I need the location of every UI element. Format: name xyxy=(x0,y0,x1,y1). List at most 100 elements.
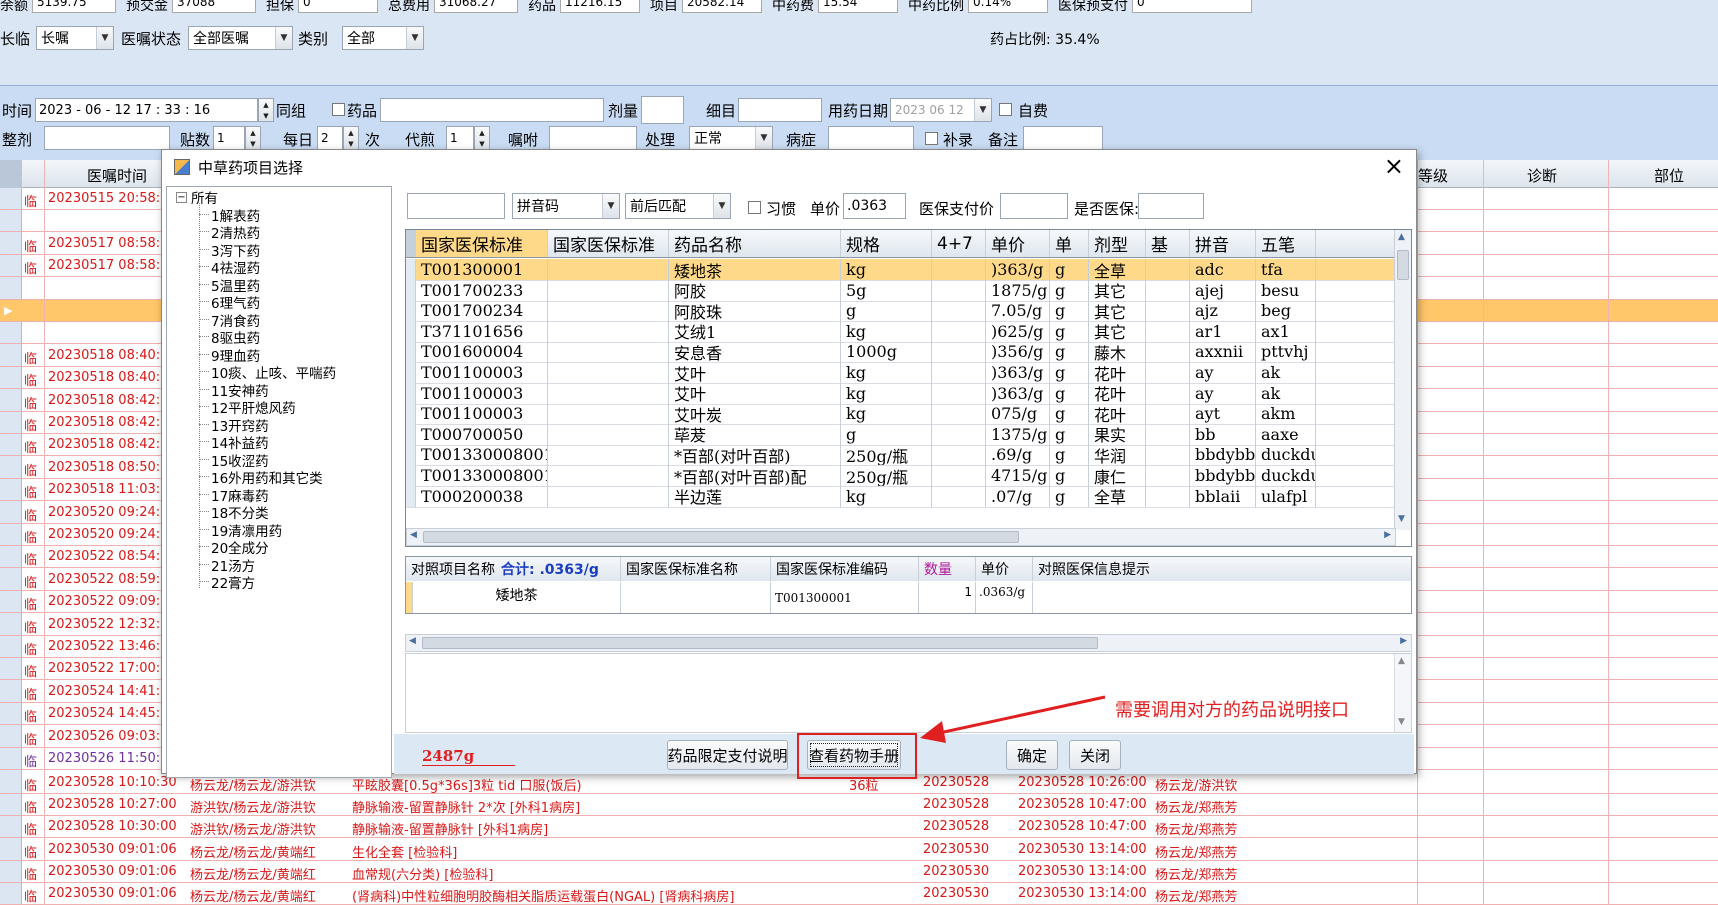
drug-col-header[interactable]: 4+7 xyxy=(932,230,986,257)
col-diagnosis[interactable]: 诊断 xyxy=(1527,165,1557,186)
drug-row[interactable]: T001100003 艾叶 kg)363/g g 花叶 ay ak xyxy=(406,362,1411,384)
drug-col-header[interactable]: 药品名称 xyxy=(669,230,841,257)
is-insured-input[interactable] xyxy=(1138,193,1204,219)
drug-checkbox[interactable] xyxy=(332,103,345,116)
insurance-pay-input[interactable] xyxy=(1000,193,1068,219)
order-row[interactable]: 临 20230530 09:01:06 杨云龙/杨云龙/黄端红 (肾病科)中性粒细胞明… xyxy=(0,883,1718,905)
drug-row[interactable]: T000200038 半边莲 kg .07/g g 全草 bblaii ulafpl xyxy=(406,485,1411,508)
drug-col-header[interactable]: 剂型 xyxy=(1089,230,1146,257)
drug-cell xyxy=(548,320,669,342)
order-time: 20230518 08:42: xyxy=(48,415,161,430)
supplement-checkbox[interactable] xyxy=(925,132,938,145)
packs-spinner[interactable]: ▲ ▼ xyxy=(245,126,261,150)
chevron-down-icon: ▼ xyxy=(974,99,991,121)
longtemp-select[interactable]: 长嘱 ▼ xyxy=(36,26,114,50)
drug-cell: T000700050 xyxy=(416,423,548,445)
drug-input[interactable] xyxy=(380,98,604,122)
drug-col-header[interactable]: 基 xyxy=(1146,230,1190,257)
drug-cell: adc xyxy=(1190,259,1256,280)
drug-cell: T0013300080010 xyxy=(416,465,548,486)
search-mode-select[interactable]: 拼音码 ▼ xyxy=(512,193,620,219)
category-select[interactable]: 全部 ▼ xyxy=(342,26,424,50)
drug-col-header[interactable]: 国家医保标准 xyxy=(548,230,669,257)
order-time: 20230524 14:45: xyxy=(48,706,161,722)
collapse-icon[interactable]: − xyxy=(176,192,187,203)
daily-input[interactable]: 2 xyxy=(317,126,343,150)
decoct-spinner[interactable]: ▲ ▼ xyxy=(474,126,490,150)
order-row[interactable]: 临 20230530 09:01:06 杨云龙/杨云龙/黄端红 血常规(六分类) [检… xyxy=(0,861,1718,883)
drug-row[interactable]: T001600004 安息香 1000g)356/g g 藤木 axxnii pttvhj xyxy=(406,341,1411,364)
drug-col-header[interactable]: 单 xyxy=(1050,230,1089,257)
drug-col-header[interactable]: 规格 xyxy=(841,230,932,257)
sub-horizontal-scrollbar[interactable]: ◀ ▶ xyxy=(405,634,1412,652)
drug-col-header[interactable]: 单价 xyxy=(986,230,1050,257)
drug-cell: kg xyxy=(841,259,932,280)
sub-row-name[interactable]: 矮地茶 xyxy=(413,582,621,613)
drug-cell xyxy=(548,382,669,404)
packs-input[interactable]: 1 xyxy=(213,126,245,150)
vertical-scrollbar[interactable]: ▲ ▼ xyxy=(1394,230,1411,530)
drug-row[interactable]: T000700050 荜茇 g 1375/g g 果实 bb aaxe xyxy=(406,423,1411,446)
drug-cell: kg xyxy=(841,485,932,507)
sub-row-hint[interactable] xyxy=(1033,582,1411,613)
row-header xyxy=(406,320,416,342)
match-mode-select[interactable]: 前后匹配 ▼ xyxy=(625,193,731,219)
drug-cell: bbdybb xyxy=(1190,444,1256,466)
date-picker[interactable]: 2023 06 12 ▼ xyxy=(890,98,992,122)
drug-cell: g xyxy=(1050,341,1089,363)
selfpay-checkbox[interactable] xyxy=(999,103,1012,116)
habit-label: 习惯 xyxy=(766,200,797,218)
search-input[interactable] xyxy=(407,193,505,219)
tree-connector xyxy=(199,388,209,390)
drug-row[interactable]: T001700233 阿胶 5g 1875/g g 其它 ajej besu xyxy=(406,279,1411,302)
drug-cell: bbdybb xyxy=(1190,465,1256,486)
price-input[interactable]: .0363 xyxy=(843,193,906,219)
drug-cell: 其它 xyxy=(1089,279,1146,301)
drug-col-header[interactable]: 国家医保标准 xyxy=(416,230,548,257)
col-order-time[interactable]: 医嘱时间 xyxy=(87,165,147,186)
drug-row[interactable]: T371101656 艾绒1 kg)625/g g 其它 ar1 ax1 xyxy=(406,320,1411,343)
longtemp-label: 长临 xyxy=(0,30,31,48)
drug-row[interactable]: T001700234 阿胶珠 g 7.05/g g 其它 ajz beg xyxy=(406,300,1411,323)
order-row[interactable]: 临 20230530 09:01:06 杨云龙/杨云龙/黄端红 生化全套 [检验科] 2… xyxy=(0,839,1718,861)
col-part[interactable]: 部位 xyxy=(1654,165,1684,186)
drug-cell: g xyxy=(1050,300,1089,322)
drug-row[interactable]: T001100003 艾叶 kg)363/g g 花叶 ay ak xyxy=(406,382,1411,405)
order-doctor: 杨云龙/杨云龙/黄端红 xyxy=(190,867,316,883)
horizontal-scrollbar[interactable]: ◀ ▶ xyxy=(406,528,1396,546)
advice-input[interactable] xyxy=(549,126,637,150)
habit-checkbox[interactable] xyxy=(748,201,761,214)
drug-col-header[interactable]: 五笔 xyxy=(1256,230,1316,257)
process-select[interactable]: 正常 ▼ xyxy=(689,126,773,150)
status-select[interactable]: 全部医嘱 ▼ xyxy=(188,26,293,50)
col-level[interactable]: 等级 xyxy=(1418,165,1448,186)
summary-label: 余额 xyxy=(0,0,28,14)
disease-input[interactable] xyxy=(828,126,914,150)
drug-row[interactable]: T001100003 艾叶炭 kg 075/g g 花叶 ayt akm xyxy=(406,403,1411,426)
order-time: 20230528 10:10:30 xyxy=(48,775,177,790)
drug-cell: g xyxy=(1050,279,1089,301)
order-nurse: 杨云龙/郑燕芳 xyxy=(1155,823,1238,839)
sub-row-qty[interactable]: 1 xyxy=(919,582,976,613)
time-spinner[interactable]: ▲ ▼ xyxy=(258,98,274,122)
drug-row[interactable]: T0013300080010 *百部(对叶百部)250g/瓶 .69/gg华润 bbd… xyxy=(406,444,1411,467)
tree-node[interactable]: 22膏方 xyxy=(211,572,255,592)
dose-input[interactable] xyxy=(641,96,684,124)
sub-row-std-name[interactable] xyxy=(621,582,771,613)
time-picker[interactable]: 2023 - 06 - 12 17 : 33 : 16 xyxy=(35,98,258,122)
process-label: 处理 xyxy=(645,131,676,149)
decoct-input[interactable]: 1 xyxy=(446,126,474,150)
drug-row[interactable]: T0013300080010 *百部(对叶百部)配250g/瓶 4715/gg康仁 b… xyxy=(406,465,1411,487)
order-row[interactable]: 临 20230528 10:30:00 游洪钦/杨云龙/游洪钦 静脉输液-留置静脉针 … xyxy=(0,816,1718,839)
whole-input[interactable] xyxy=(44,126,170,150)
detail-input[interactable] xyxy=(738,98,822,122)
drug-col-header[interactable]: 拼音 xyxy=(1190,230,1256,257)
limit-pay-button[interactable]: 药品限定支付说明 xyxy=(667,740,788,770)
sub-row-code[interactable]: T001300001 xyxy=(771,582,919,613)
sub-row-price[interactable]: .0363/g xyxy=(976,582,1033,613)
order-row[interactable]: 临 20230528 10:27:00 游洪钦/杨云龙/游洪钦 静脉输液-留置静脉针 … xyxy=(0,794,1718,817)
close-icon[interactable]: × xyxy=(1384,152,1404,180)
drug-row[interactable]: T001300001 矮地茶 kg)363/g g 全草 adc tfa xyxy=(406,259,1411,281)
daily-spinner[interactable]: ▲ ▼ xyxy=(343,126,359,150)
note-input[interactable] xyxy=(1023,126,1103,150)
